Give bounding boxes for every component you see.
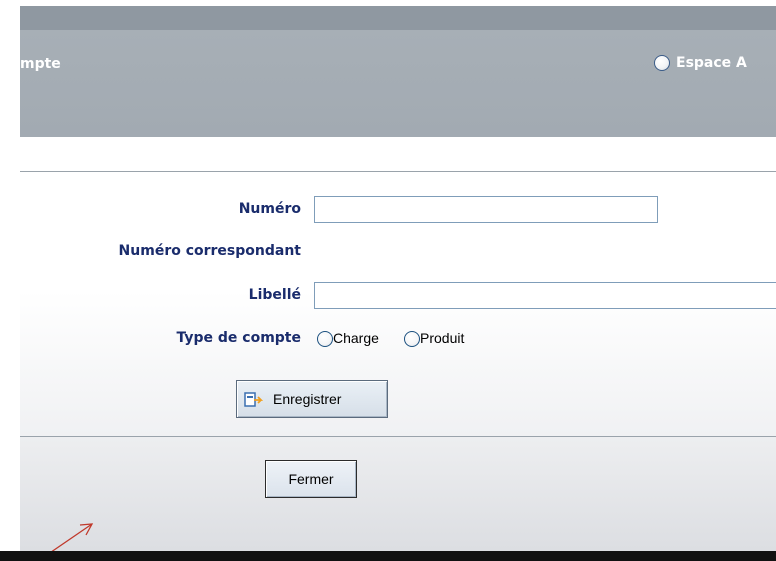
annotation-arrow-icon bbox=[37, 523, 94, 561]
bottom-black-bar bbox=[0, 551, 776, 561]
